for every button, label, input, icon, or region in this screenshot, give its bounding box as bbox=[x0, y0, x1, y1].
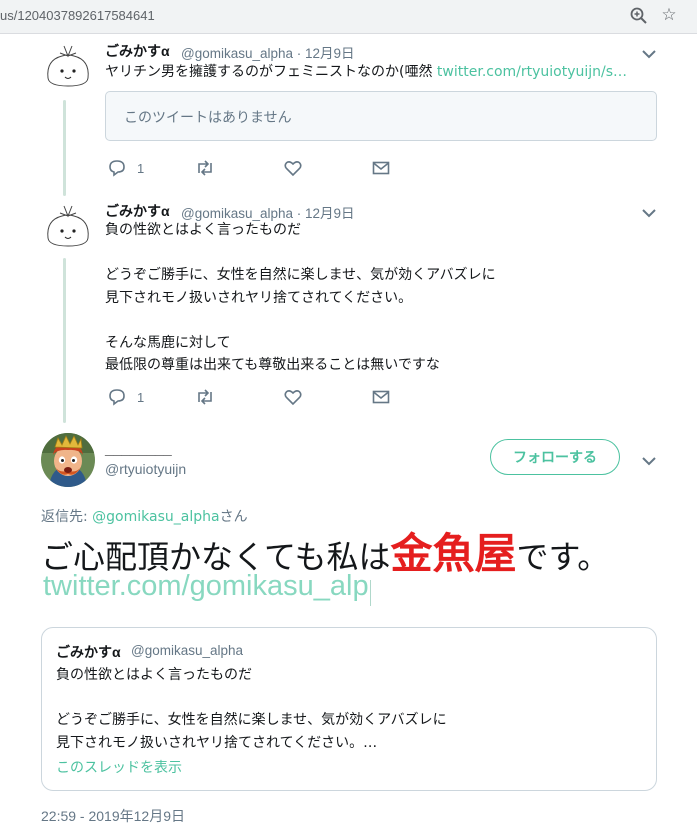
show-thread-link[interactable]: このスレッドを表示 bbox=[56, 757, 182, 777]
chevron-down-icon[interactable] bbox=[640, 45, 658, 59]
thread-connector bbox=[63, 100, 66, 196]
text-cursor bbox=[370, 580, 371, 606]
tweet-text: 負の性欲とはよく言ったものだ どうぞご勝手に、女性を自然に楽しませ、気が効くアバ… bbox=[105, 222, 496, 373]
reply-context: 返信先: @gomikasu_alphaさん bbox=[41, 506, 248, 526]
chevron-down-icon[interactable] bbox=[640, 452, 658, 466]
retweet-button[interactable] bbox=[194, 158, 216, 178]
avatar[interactable] bbox=[40, 40, 96, 90]
reply-count: 1 bbox=[137, 160, 145, 176]
main-tweet-text-highlight: 金魚屋 bbox=[390, 529, 517, 578]
tweet-timestamp[interactable]: 22:59 - 2019年12月9日 bbox=[41, 806, 185, 826]
quoted-author-name: ごみかすα bbox=[56, 644, 121, 660]
thread-connector bbox=[63, 258, 66, 423]
retweet-button[interactable] bbox=[194, 387, 216, 407]
bookmark-star-icon[interactable]: ☆ bbox=[659, 5, 679, 25]
avatar[interactable] bbox=[40, 200, 96, 250]
envelope-icon bbox=[372, 390, 390, 404]
tweet-author-name[interactable]: ごみかすα bbox=[105, 41, 170, 61]
heart-icon bbox=[284, 161, 302, 177]
envelope-icon bbox=[372, 161, 390, 175]
tweet-text-body: ヤリチン男を擁護するのがフェミニストなのか(唖然 bbox=[105, 64, 437, 80]
tweet-author-name[interactable]: ごみかすα bbox=[105, 201, 170, 221]
reply-icon bbox=[109, 389, 125, 406]
reply-to-suffix: さん bbox=[219, 509, 248, 525]
like-button[interactable] bbox=[283, 158, 303, 178]
main-tweet-text-after: です。 bbox=[516, 538, 610, 576]
zoom-icon[interactable] bbox=[629, 6, 649, 26]
reply-button[interactable]: 1 bbox=[107, 387, 144, 407]
main-tweet-link[interactable]: twitter.com/gomikasu_alp bbox=[43, 570, 373, 603]
tweet-text: ヤリチン男を擁護するのがフェミニストなのか(唖然 twitter.com/rty… bbox=[105, 61, 627, 84]
reply-icon bbox=[109, 160, 125, 177]
quoted-author-handle: @gomikasu_alpha bbox=[131, 643, 244, 658]
reply-to-prefix: 返信先: bbox=[41, 509, 93, 525]
main-tweet-handle[interactable]: @rtyuiotyuijn bbox=[105, 461, 186, 477]
url-text[interactable]: us/1204037892617584641 bbox=[0, 8, 155, 23]
quoted-tweet-card[interactable]: ごみかすα @gomikasu_alpha 負の性欲とはよく言ったものだ どうぞ… bbox=[41, 627, 657, 791]
tweet-link[interactable]: twitter.com/rtyuiotyuijn/s… bbox=[437, 64, 627, 80]
quoted-tweet-text: 負の性欲とはよく言ったものだ どうぞご勝手に、女性を自然に楽しませ、気が効くアバ… bbox=[56, 667, 447, 751]
like-button[interactable] bbox=[283, 387, 303, 407]
follow-button[interactable]: フォローする bbox=[490, 439, 620, 475]
heart-icon bbox=[284, 390, 302, 406]
main-tweet-display-name[interactable]: ________ bbox=[105, 441, 172, 458]
chevron-down-icon[interactable] bbox=[640, 204, 658, 218]
reply-to-user-link[interactable]: @gomikasu_alpha bbox=[92, 509, 219, 525]
retweet-icon bbox=[198, 389, 212, 405]
retweet-icon bbox=[198, 160, 212, 176]
browser-address-bar[interactable]: us/1204037892617584641 ☆ bbox=[0, 0, 697, 34]
reply-button[interactable]: 1 bbox=[107, 158, 144, 178]
direct-message-button[interactable] bbox=[371, 387, 391, 407]
avatar[interactable] bbox=[41, 433, 95, 487]
direct-message-button[interactable] bbox=[371, 158, 391, 178]
tweet-author-handle[interactable]: @gomikasu_alpha · 12月9日 bbox=[181, 42, 355, 62]
quote-unavailable-box: このツイートはありません bbox=[105, 91, 657, 141]
quote-unavailable-text: このツイートはありません bbox=[124, 110, 292, 126]
reply-count: 1 bbox=[137, 389, 145, 405]
